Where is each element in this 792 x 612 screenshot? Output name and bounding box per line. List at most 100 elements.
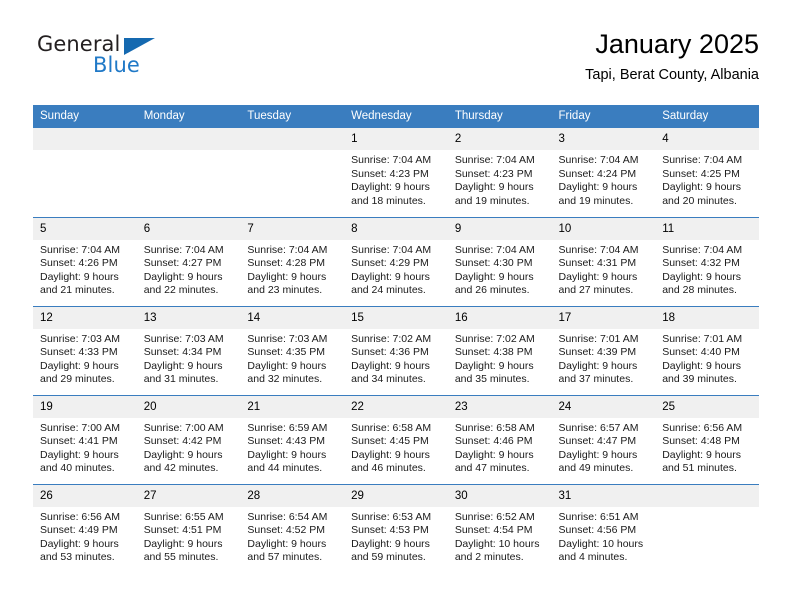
calendar-day-cell[interactable]: 7 Sunrise: 7:04 AM Sunset: 4:28 PM Dayli… — [240, 217, 345, 306]
calendar-day-cell[interactable]: 10 Sunrise: 7:04 AM Sunset: 4:31 PM Dayl… — [551, 217, 656, 306]
day-number: 25 — [655, 395, 759, 418]
sunrise-text: Sunrise: 7:04 AM — [351, 154, 432, 166]
daylight-text-line2: and 40 minutes. — [40, 462, 115, 475]
sunset-text: Sunset: 4:32 PM — [662, 257, 740, 270]
day-number — [33, 128, 137, 150]
calendar-day-cell[interactable]: 18 Sunrise: 7:01 AM Sunset: 4:40 PM Dayl… — [655, 306, 759, 395]
daylight-text-line2: and 20 minutes. — [662, 194, 737, 207]
calendar-day-cell[interactable]: 31 Sunrise: 6:51 AM Sunset: 4:56 PM Dayl… — [551, 484, 656, 573]
day-info: Sunrise: 7:04 AM Sunset: 4:24 PM Dayligh… — [552, 150, 656, 208]
day-info: Sunrise: 6:55 AM Sunset: 4:51 PM Dayligh… — [137, 507, 241, 565]
daylight-text-line1: Daylight: 9 hours — [143, 270, 223, 283]
calendar-day-cell[interactable]: 6 Sunrise: 7:04 AM Sunset: 4:27 PM Dayli… — [136, 217, 241, 306]
calendar-day-cell[interactable]: 9 Sunrise: 7:04 AM Sunset: 4:30 PM Dayli… — [447, 217, 552, 306]
daylight-text-line2: and 2 minutes. — [454, 551, 524, 564]
calendar-day-cell[interactable]: 14 Sunrise: 7:03 AM Sunset: 4:35 PM Dayl… — [240, 306, 345, 395]
sunrise-text: Sunrise: 7:04 AM — [454, 154, 535, 166]
daylight-text-line1: Daylight: 9 hours — [40, 448, 119, 461]
calendar-day-cell[interactable]: 19 Sunrise: 7:00 AM Sunset: 4:41 PM Dayl… — [33, 395, 137, 484]
daylight-text-line2: and 19 minutes. — [558, 194, 634, 207]
daylight-text-line1: Daylight: 9 hours — [143, 537, 223, 550]
sunrise-text: Sunrise: 7:03 AM — [143, 332, 224, 345]
calendar-day-cell[interactable]: 22 Sunrise: 6:58 AM Sunset: 4:45 PM Dayl… — [344, 395, 448, 484]
daylight-text-line1: Daylight: 10 hours — [454, 537, 540, 550]
calendar-day-cell[interactable] — [240, 128, 345, 217]
calendar-day-cell[interactable]: 26 Sunrise: 6:56 AM Sunset: 4:49 PM Dayl… — [33, 484, 137, 573]
day-info: Sunrise: 6:56 AM Sunset: 4:49 PM Dayligh… — [33, 507, 137, 565]
day-number: 1 — [344, 128, 448, 150]
daylight-text-line1: Daylight: 9 hours — [143, 448, 223, 461]
sunset-text: Sunset: 4:45 PM — [351, 435, 429, 448]
sunrise-text: Sunrise: 7:04 AM — [454, 243, 535, 256]
sunset-text: Sunset: 4:43 PM — [247, 435, 326, 448]
daylight-text-line2: and 21 minutes. — [40, 284, 115, 297]
calendar-day-cell[interactable]: 29 Sunrise: 6:53 AM Sunset: 4:53 PM Dayl… — [344, 484, 448, 573]
calendar-day-cell[interactable]: 25 Sunrise: 6:56 AM Sunset: 4:48 PM Dayl… — [655, 395, 759, 484]
calendar-week-row: 26 Sunrise: 6:56 AM Sunset: 4:49 PM Dayl… — [33, 484, 759, 573]
calendar-day-cell[interactable]: 13 Sunrise: 7:03 AM Sunset: 4:34 PM Dayl… — [136, 306, 241, 395]
calendar-day-cell[interactable]: 11 Sunrise: 7:04 AM Sunset: 4:32 PM Dayl… — [655, 217, 759, 306]
calendar-day-cell[interactable]: 1 Sunrise: 7:04 AM Sunset: 4:23 PM Dayli… — [344, 128, 448, 217]
day-number: 11 — [655, 217, 759, 240]
sunrise-text: Sunrise: 7:04 AM — [662, 154, 743, 166]
daylight-text-line2: and 29 minutes. — [40, 373, 115, 386]
weekday-header-thursday: Thursday — [447, 105, 552, 128]
daylight-text-line1: Daylight: 9 hours — [247, 359, 327, 372]
day-number: 16 — [447, 306, 552, 329]
sunset-text: Sunset: 4:26 PM — [40, 257, 118, 270]
day-info: Sunrise: 7:03 AM Sunset: 4:35 PM Dayligh… — [240, 329, 344, 387]
daylight-text-line1: Daylight: 9 hours — [454, 270, 534, 283]
calendar-day-cell[interactable] — [655, 484, 759, 573]
sunrise-text: Sunrise: 6:51 AM — [558, 510, 639, 523]
brand-logo[interactable]: General Blue — [37, 32, 237, 86]
calendar-day-cell[interactable]: 17 Sunrise: 7:01 AM Sunset: 4:39 PM Dayl… — [551, 306, 656, 395]
day-number: 27 — [136, 484, 241, 507]
day-number: 13 — [136, 306, 241, 329]
calendar-day-cell[interactable] — [136, 128, 241, 217]
sunset-text: Sunset: 4:41 PM — [40, 435, 118, 448]
sunrise-text: Sunrise: 7:00 AM — [143, 421, 224, 434]
sunrise-text: Sunrise: 7:01 AM — [662, 332, 743, 345]
day-info — [655, 507, 759, 511]
daylight-text-line1: Daylight: 9 hours — [662, 181, 742, 194]
calendar-day-cell[interactable]: 16 Sunrise: 7:02 AM Sunset: 4:38 PM Dayl… — [447, 306, 552, 395]
calendar-day-cell[interactable]: 12 Sunrise: 7:03 AM Sunset: 4:33 PM Dayl… — [33, 306, 137, 395]
day-number: 28 — [240, 484, 345, 507]
daylight-text-line1: Daylight: 9 hours — [454, 359, 534, 372]
calendar-day-cell[interactable]: 3 Sunrise: 7:04 AM Sunset: 4:24 PM Dayli… — [551, 128, 656, 217]
sunset-text: Sunset: 4:46 PM — [454, 435, 533, 448]
day-info: Sunrise: 7:04 AM Sunset: 4:30 PM Dayligh… — [448, 240, 552, 298]
daylight-text-line1: Daylight: 9 hours — [662, 448, 742, 461]
calendar-day-cell[interactable]: 8 Sunrise: 7:04 AM Sunset: 4:29 PM Dayli… — [344, 217, 448, 306]
calendar-grid: Sunday Monday Tuesday Wednesday Thursday… — [33, 105, 759, 573]
sunrise-text: Sunrise: 7:04 AM — [247, 243, 328, 256]
day-number: 23 — [447, 395, 552, 418]
sunset-text: Sunset: 4:39 PM — [558, 346, 637, 359]
calendar-day-cell[interactable] — [33, 128, 137, 217]
calendar-day-cell[interactable]: 4 Sunrise: 7:04 AM Sunset: 4:25 PM Dayli… — [655, 128, 759, 217]
sunrise-text: Sunrise: 7:02 AM — [454, 332, 535, 345]
sunset-text: Sunset: 4:35 PM — [247, 346, 326, 359]
sunrise-text: Sunrise: 6:55 AM — [143, 510, 224, 523]
day-number: 4 — [655, 128, 759, 150]
calendar-day-cell[interactable]: 27 Sunrise: 6:55 AM Sunset: 4:51 PM Dayl… — [136, 484, 241, 573]
daylight-text-line2: and 24 minutes. — [351, 284, 426, 297]
calendar-day-cell[interactable]: 2 Sunrise: 7:04 AM Sunset: 4:23 PM Dayli… — [447, 128, 552, 217]
calendar-day-cell[interactable]: 23 Sunrise: 6:58 AM Sunset: 4:46 PM Dayl… — [447, 395, 552, 484]
calendar-day-cell[interactable]: 24 Sunrise: 6:57 AM Sunset: 4:47 PM Dayl… — [551, 395, 656, 484]
daylight-text-line2: and 37 minutes. — [558, 373, 634, 386]
sunset-text: Sunset: 4:30 PM — [454, 257, 533, 270]
calendar-day-cell[interactable]: 21 Sunrise: 6:59 AM Sunset: 4:43 PM Dayl… — [240, 395, 345, 484]
sunrise-text: Sunrise: 6:56 AM — [662, 421, 743, 434]
calendar-day-cell[interactable]: 5 Sunrise: 7:04 AM Sunset: 4:26 PM Dayli… — [33, 217, 137, 306]
calendar-day-cell[interactable]: 30 Sunrise: 6:52 AM Sunset: 4:54 PM Dayl… — [447, 484, 552, 573]
sunrise-text: Sunrise: 7:04 AM — [143, 243, 224, 256]
calendar-day-cell[interactable]: 15 Sunrise: 7:02 AM Sunset: 4:36 PM Dayl… — [344, 306, 448, 395]
calendar-day-cell[interactable]: 20 Sunrise: 7:00 AM Sunset: 4:42 PM Dayl… — [136, 395, 241, 484]
day-number: 21 — [240, 395, 345, 418]
daylight-text-line2: and 4 minutes. — [558, 551, 628, 564]
day-info: Sunrise: 7:04 AM Sunset: 4:27 PM Dayligh… — [137, 240, 241, 298]
calendar-day-cell[interactable]: 28 Sunrise: 6:54 AM Sunset: 4:52 PM Dayl… — [240, 484, 345, 573]
sunrise-text: Sunrise: 6:52 AM — [454, 510, 535, 523]
day-number: 9 — [447, 217, 552, 240]
